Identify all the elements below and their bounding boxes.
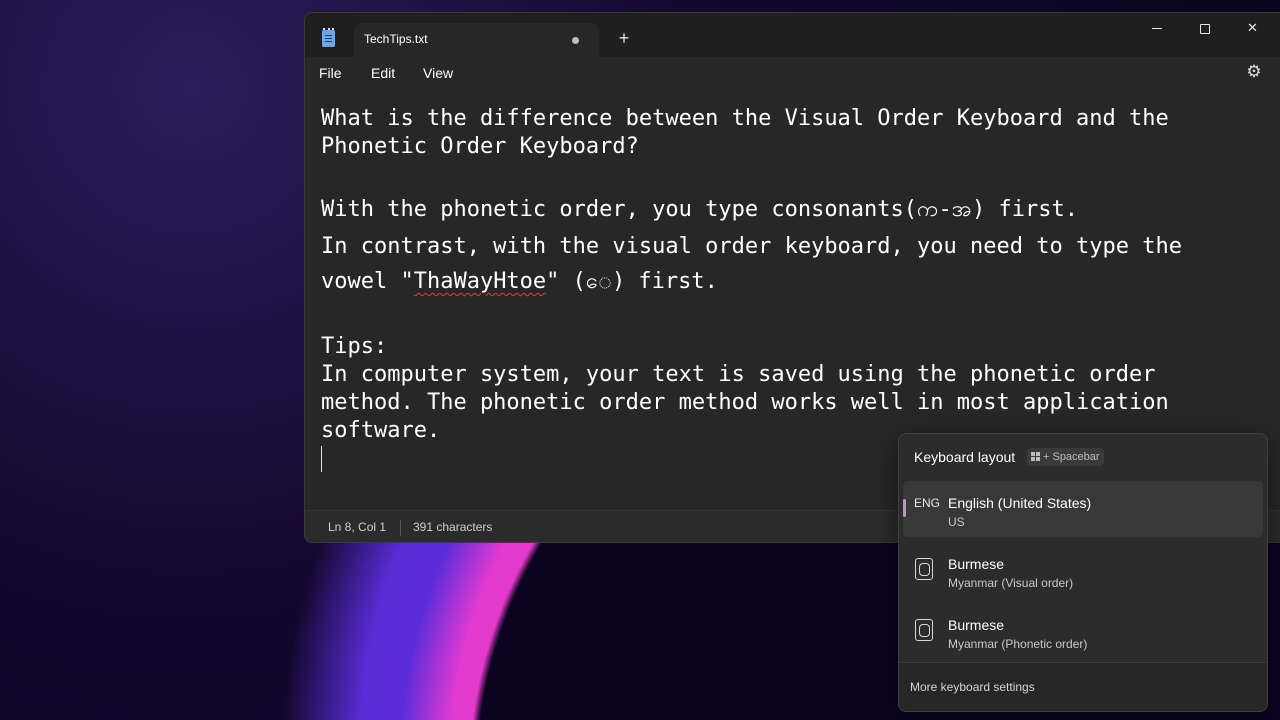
windows-key-icon (1031, 452, 1040, 461)
text-line: vowel "ThaWayHtoe" (ေ) first. (321, 266, 718, 299)
misspelled-word[interactable]: ThaWayHtoe (414, 269, 546, 294)
text-line: method. The phonetic order method works … (321, 390, 1169, 415)
burmese-keyboard-icon (915, 558, 933, 580)
text-line: In computer system, your text is saved u… (321, 362, 1156, 387)
maximize-icon (1199, 23, 1210, 34)
text-line: What is the difference between the Visua… (321, 106, 1169, 131)
maximize-button[interactable] (1181, 13, 1228, 43)
character-count: 391 characters (413, 520, 493, 534)
status-divider (400, 520, 401, 536)
minimize-icon (1151, 28, 1162, 30)
layout-code: ENG (914, 496, 941, 510)
layout-item-english-us[interactable]: ENG English (United States) US (903, 481, 1263, 537)
layout-name: English (United States) (948, 495, 1092, 511)
layout-name: Burmese (948, 556, 1005, 572)
text-fragment: " (ေ) first. (546, 269, 718, 294)
text-fragment: vowel " (321, 269, 414, 294)
layout-subtitle: Myanmar (Visual order) (948, 576, 1074, 590)
menu-bar: File Edit View (305, 57, 1280, 90)
notepad-app-icon (322, 28, 335, 47)
flyout-footer: More keyboard settings (899, 662, 1267, 711)
minimize-button[interactable] (1133, 13, 1180, 43)
text-line: Phonetic Order Keyboard? (321, 134, 639, 159)
menu-view[interactable]: View (423, 65, 453, 81)
layout-subtitle: Myanmar (Phonetic order) (948, 637, 1088, 651)
layout-item-burmese-phonetic[interactable]: Burmese Myanmar (Phonetic order) (903, 603, 1263, 659)
text-line: With the phonetic order, you type conson… (321, 197, 1078, 222)
shortcut-label: + Spacebar (1043, 451, 1100, 463)
text-line: Tips: (321, 334, 388, 359)
menu-file[interactable]: File (319, 65, 342, 81)
close-button[interactable]: ✕ (1229, 13, 1276, 43)
tab-techtips[interactable]: TechTips.txt (354, 23, 599, 57)
layout-name: Burmese (948, 617, 1005, 633)
cursor-position: Ln 8, Col 1 (328, 520, 387, 534)
selection-indicator (903, 499, 906, 517)
shortcut-hint: + Spacebar (1027, 448, 1104, 466)
settings-gear-icon[interactable]: ⚙ (1245, 63, 1263, 81)
text-line: In contrast, with the visual order keybo… (321, 234, 1182, 259)
text-caret (321, 446, 322, 472)
text-line: software. (321, 418, 441, 443)
keyboard-layout-flyout: Keyboard layout + Spacebar ENG English (… (898, 433, 1268, 712)
unsaved-dot-icon[interactable] (572, 37, 579, 44)
new-tab-button[interactable]: + (616, 29, 632, 47)
flyout-title: Keyboard layout (914, 449, 1016, 465)
menu-edit[interactable]: Edit (371, 65, 395, 81)
layout-subtitle: US (948, 515, 965, 529)
tab-title: TechTips.txt (364, 32, 428, 46)
close-icon: ✕ (1247, 20, 1258, 35)
title-bar[interactable]: TechTips.txt + ✕ (305, 13, 1280, 57)
more-keyboard-settings-link[interactable]: More keyboard settings (910, 680, 1035, 694)
burmese-keyboard-icon (915, 619, 933, 641)
layout-item-burmese-visual[interactable]: Burmese Myanmar (Visual order) (903, 542, 1263, 598)
